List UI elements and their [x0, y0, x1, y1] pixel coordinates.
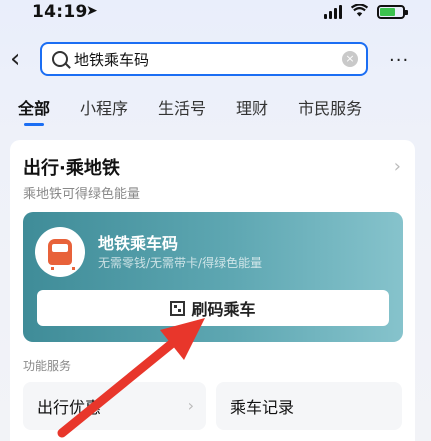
service-label: 乘车记录: [230, 398, 295, 417]
scan-to-ride-label: 刷码乘车: [191, 300, 256, 319]
status-time: 14:19: [32, 2, 88, 22]
tab-citizen-services[interactable]: 市民服务: [298, 95, 362, 119]
search-icon: [52, 51, 68, 67]
section-label: 功能服务: [23, 359, 72, 373]
search-input[interactable]: 地铁乘车码 ×: [40, 42, 368, 76]
service-travel-discounts[interactable]: 出行优惠 ›: [23, 382, 206, 430]
status-icons: [324, 3, 408, 20]
card-title[interactable]: 出行·乘地铁: [23, 154, 120, 180]
metro-avatar: [35, 227, 85, 277]
metro-result-card: 出行·乘地铁 › 乘地铁可得绿色能量 地铁乘车码 无需零钱/无需带卡/得绿色能量…: [10, 140, 415, 441]
clear-icon[interactable]: ×: [342, 51, 358, 67]
train-icon: [48, 239, 75, 270]
card-subtitle: 乘地铁可得绿色能量: [23, 187, 141, 202]
more-icon[interactable]: ···: [389, 50, 409, 71]
back-icon[interactable]: ‹: [10, 46, 20, 72]
metro-code-description: 无需零钱/无需带卡/得绿色能量: [98, 256, 263, 270]
service-ride-records[interactable]: 乘车记录: [216, 382, 402, 430]
tab-life-accounts[interactable]: 生活号: [158, 95, 206, 119]
battery-icon: [377, 5, 408, 19]
service-label: 出行优惠: [37, 398, 102, 417]
location-icon: ➤: [86, 3, 98, 19]
qr-code-icon: [170, 300, 186, 316]
filter-tabs: 全部 小程序 生活号 理财 市民服务: [18, 95, 392, 126]
tab-all[interactable]: 全部: [18, 95, 50, 126]
search-input-value: 地铁乘车码: [74, 50, 150, 69]
tab-mini-programs[interactable]: 小程序: [80, 95, 128, 119]
metro-code-panel[interactable]: 地铁乘车码 无需零钱/无需带卡/得绿色能量 刷码乘车: [23, 212, 403, 342]
status-bar: 14:19 ➤: [0, 0, 431, 26]
cellular-signal-icon: [324, 5, 342, 19]
scan-to-ride-button[interactable]: 刷码乘车: [37, 290, 389, 326]
tab-finance[interactable]: 理财: [236, 95, 268, 119]
chevron-right-icon: ›: [187, 396, 194, 415]
chevron-right-icon[interactable]: ›: [394, 156, 401, 177]
metro-code-name: 地铁乘车码: [98, 234, 179, 253]
wifi-icon: [350, 3, 369, 20]
